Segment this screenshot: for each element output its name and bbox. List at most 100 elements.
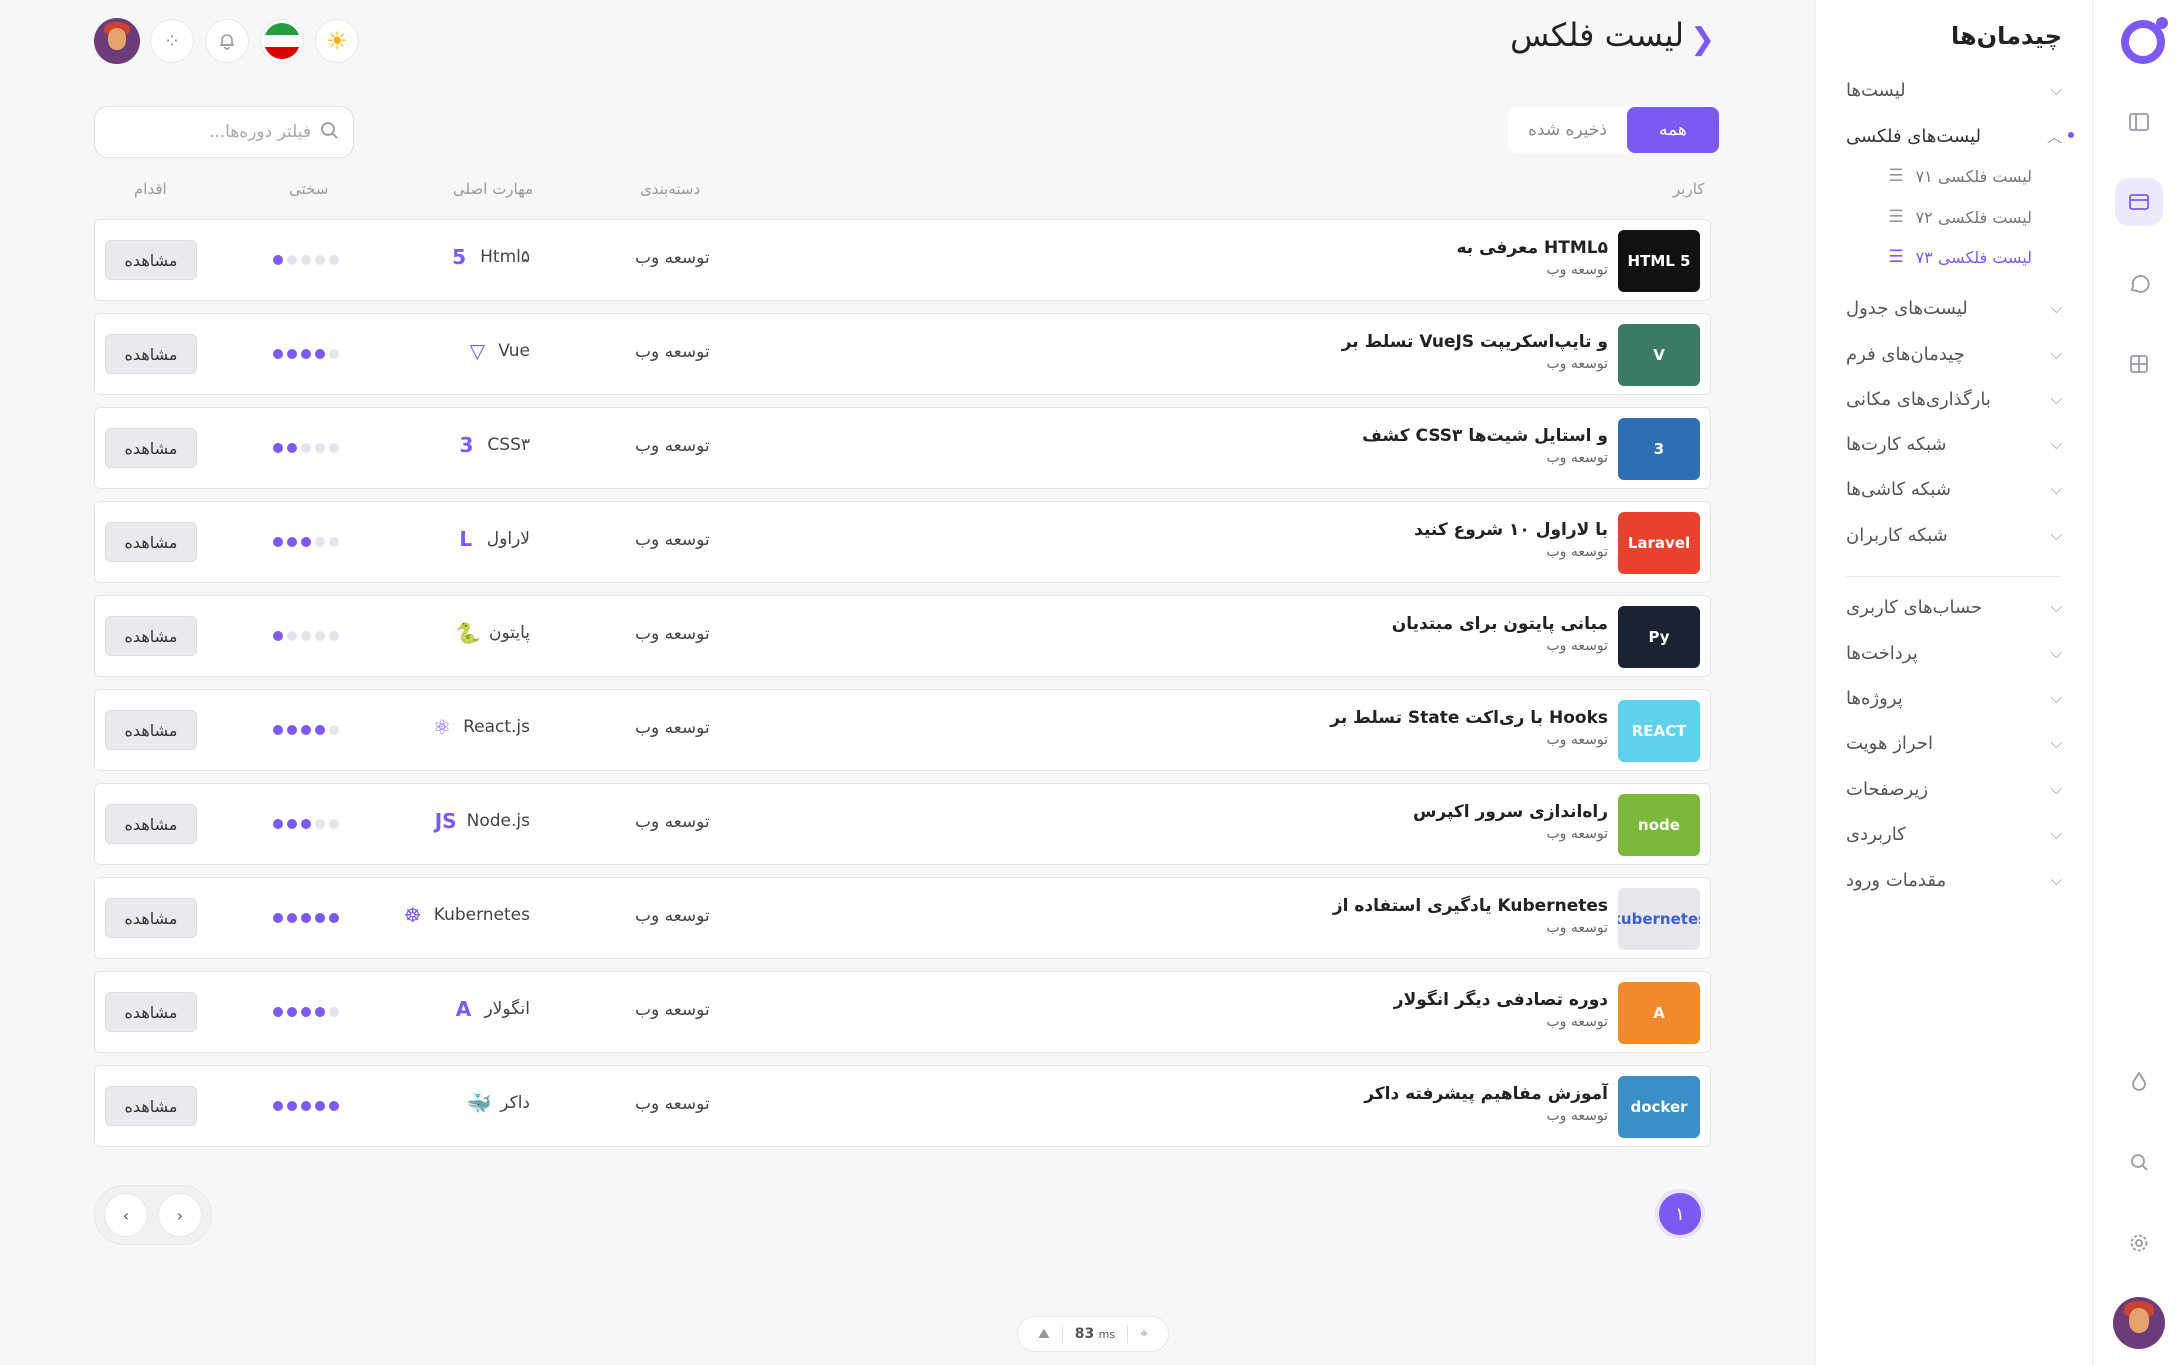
course-category: توسعه وب (635, 248, 710, 268)
view-button[interactable]: مشاهده (105, 428, 197, 468)
difficulty-dot (329, 725, 339, 735)
sidebar: چیدمان‌ها لیست‌ها ⌵ لیست‌های فلکسی ︿ ☰ لیست… (1815, 0, 2092, 1365)
difficulty-rating (273, 1007, 339, 1017)
thumbnail-label: V (1653, 346, 1665, 364)
sidebar-subitem-flex-list-73[interactable]: ☰ لیست فلکسی ۷۳ (1888, 242, 2032, 272)
user-avatar[interactable] (2113, 1297, 2165, 1349)
sidebar-item-flex-lists[interactable]: لیست‌های فلکسی ︿ (1846, 119, 2074, 153)
difficulty-dot (273, 819, 283, 829)
course-title: یادگیری استفاده از Kubernetes (1332, 896, 1608, 916)
difficulty-dot (273, 1007, 283, 1017)
view-button[interactable]: مشاهده (105, 240, 197, 280)
sidebar-item-auth[interactable]: احراز هویت ⌵ (1846, 726, 2062, 760)
chevron-right-icon[interactable]: › (158, 1193, 202, 1237)
view-button[interactable]: مشاهده (105, 1086, 197, 1126)
difficulty-dot (273, 349, 283, 359)
difficulty-dot (301, 913, 311, 923)
sidebar-item-form-layouts[interactable]: چیدمان‌های فرم ⌵ (1846, 337, 2062, 371)
filter-tabs: همه ذخیره شده (1508, 107, 1719, 153)
difficulty-dot (329, 443, 339, 453)
chevron-up-icon: ︿ (2046, 127, 2062, 146)
table-row: V تسلط بر VueJS و تایپ‌اسکریپت توسعه وب … (94, 313, 1711, 395)
sidebar-item-tile-grid[interactable]: شبکه کاشی‌ها ⌵ (1846, 472, 2062, 506)
tab-all[interactable]: همه (1626, 107, 1719, 153)
search-icon[interactable] (2115, 1138, 2163, 1186)
difficulty-dot (301, 631, 311, 641)
pagination-current-page[interactable]: ۱ (1655, 1189, 1705, 1239)
course-thumbnail: V (1618, 324, 1700, 386)
crosshair-icon[interactable]: ⌖ (1140, 1326, 1148, 1342)
difficulty-rating (273, 819, 339, 829)
course-category: توسعه وب (635, 624, 710, 644)
course-thumbnail: A (1618, 982, 1700, 1044)
sidebar-item-table-lists[interactable]: لیست‌های جدول ⌵ (1846, 291, 2062, 325)
course-subtitle: توسعه وب (1546, 1108, 1608, 1124)
sidebar-subitem-flex-list-71[interactable]: ☰ لیست فلکسی ۷۱ (1888, 161, 2032, 191)
course-subtitle: توسعه وب (1546, 920, 1608, 936)
difficulty-dot (329, 1101, 339, 1111)
tab-saved[interactable]: ذخیره شده (1508, 107, 1627, 153)
header-avatar[interactable] (94, 18, 140, 64)
course-thumbnail: REACT (1618, 700, 1700, 762)
settings-icon[interactable] (2115, 1219, 2163, 1267)
thumbnail-label: A (1653, 1004, 1665, 1022)
perf-status-bar: ⛰ 83 ms ⌖ (1017, 1316, 1169, 1352)
difficulty-dot (287, 537, 297, 547)
skill-label: Kubernetes (433, 905, 530, 925)
view-button[interactable]: مشاهده (105, 522, 197, 562)
view-button[interactable]: مشاهده (105, 804, 197, 844)
view-button[interactable]: مشاهده (105, 334, 197, 374)
difficulty-dot (301, 537, 311, 547)
chevron-down-icon: ⌵ (2050, 390, 2062, 408)
sidebar-item-accounts[interactable]: حساب‌های کاربری ⌵ (1846, 590, 2062, 624)
brand-logo[interactable] (2121, 17, 2168, 64)
course-subtitle: توسعه وب (1546, 544, 1608, 560)
search-input[interactable] (131, 122, 311, 142)
table-row: Laravel با لاراول ۱۰ شروع کنید توسعه وب … (94, 501, 1711, 583)
grid-icon[interactable] (2115, 340, 2163, 388)
view-button[interactable]: مشاهده (105, 898, 197, 938)
sidebar-item-onboarding[interactable]: مقدمات ورود ⌵ (1846, 863, 2062, 897)
thumbnail-label: Py (1648, 628, 1670, 646)
chevron-left-icon[interactable]: ‹ (104, 1193, 148, 1237)
sidebar-item-subpages[interactable]: زیرصفحات ⌵ (1846, 772, 2062, 806)
sidebar-subitem-flex-list-72[interactable]: ☰ لیست فلکسی ۷۲ (1888, 202, 2032, 232)
apps-button[interactable]: ⁘ (150, 19, 194, 63)
layouts-icon[interactable] (2115, 178, 2163, 226)
sidebar-item-projects[interactable]: پروژه‌ها ⌵ (1846, 681, 2062, 715)
chat-icon[interactable] (2115, 260, 2163, 308)
view-button[interactable]: مشاهده (105, 616, 197, 656)
language-button[interactable] (260, 19, 304, 63)
sidebar-item-lists[interactable]: لیست‌ها ⌵ (1846, 73, 2062, 107)
theme-toggle-button[interactable]: ☀ (315, 19, 359, 63)
course-title: با لاراول ۱۰ شروع کنید (1414, 520, 1608, 540)
view-button[interactable]: مشاهده (105, 992, 197, 1032)
course-thumbnail: Laravel (1618, 512, 1700, 574)
difficulty-dot (287, 255, 297, 265)
sidebar-item-payments[interactable]: پرداخت‌ها ⌵ (1846, 636, 2062, 670)
course-thumbnail: docker (1618, 1076, 1700, 1138)
difficulty-dot (315, 537, 325, 547)
view-button[interactable]: مشاهده (105, 710, 197, 750)
difficulty-dot (273, 631, 283, 641)
sidebar-toggle-icon[interactable] (2115, 98, 2163, 146)
course-skill: 🐍 پایتون (455, 620, 531, 646)
difficulty-dot (287, 631, 297, 641)
sidebar-item-card-grid[interactable]: شبکه کارت‌ها ⌵ (1846, 427, 2062, 461)
drop-icon[interactable] (2115, 1057, 2163, 1105)
chevron-down-icon: ⌵ (2050, 689, 2062, 707)
chevron-down-icon: ⌵ (2050, 644, 2062, 662)
course-category: توسعه وب (635, 906, 710, 926)
course-skill: ▽ Vue (464, 338, 530, 364)
difficulty-rating (273, 537, 339, 547)
notifications-button[interactable] (205, 19, 249, 63)
back-chevron-icon[interactable]: ❯ (1690, 22, 1715, 57)
chevron-down-icon: ⌵ (2050, 825, 2062, 843)
difficulty-dot (315, 631, 325, 641)
sidebar-item-user-grid[interactable]: شبکه کاربران ⌵ (1846, 518, 2062, 552)
difficulty-dot (315, 819, 325, 829)
active-dot (2068, 132, 2074, 138)
sidebar-item-utility[interactable]: کاربردی ⌵ (1846, 817, 2062, 851)
difficulty-dot (273, 1101, 283, 1111)
sidebar-item-placeloads[interactable]: بارگذاری‌های مکانی ⌵ (1846, 382, 2062, 416)
